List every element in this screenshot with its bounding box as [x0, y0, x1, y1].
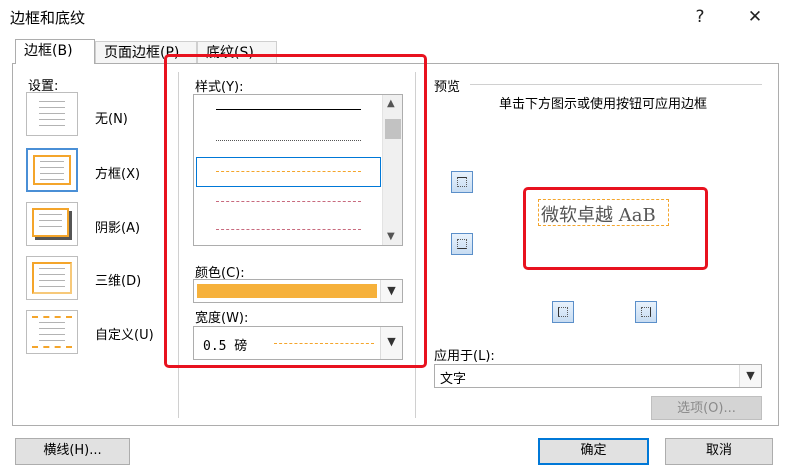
- bottom-border-icon[interactable]: [451, 233, 473, 255]
- none-border-icon[interactable]: [26, 92, 78, 136]
- close-button[interactable]: ✕: [735, 4, 775, 30]
- setting-box-label[interactable]: 方框(X): [95, 163, 140, 182]
- box-border-icon[interactable]: [26, 148, 78, 192]
- help-button[interactable]: ?: [680, 4, 720, 30]
- setting-3d-label[interactable]: 三维(D): [95, 270, 141, 289]
- top-border-icon[interactable]: [451, 171, 473, 193]
- horizontal-line-button[interactable]: 横线(H)...: [15, 438, 130, 465]
- apply-to-label: 应用于(L):: [434, 349, 495, 364]
- setting-none-label[interactable]: 无(N): [95, 108, 128, 127]
- highlight-box-style-controls: [164, 54, 427, 368]
- right-border-icon[interactable]: [635, 301, 657, 323]
- cancel-button[interactable]: 取消: [665, 438, 773, 465]
- options-button[interactable]: 选项(O)...: [651, 396, 762, 420]
- apply-to-dropdown[interactable]: 文字 ▼: [434, 364, 762, 388]
- ok-button[interactable]: 确定: [538, 438, 649, 465]
- custom-border-icon[interactable]: [26, 310, 78, 354]
- chevron-down-icon[interactable]: ▼: [739, 365, 761, 387]
- shadow-border-icon[interactable]: [26, 202, 78, 246]
- preview-instruction: 单击下方图示或使用按钮可应用边框: [498, 97, 707, 112]
- preview-header: 预览: [434, 80, 461, 95]
- setting-shadow-label[interactable]: 阴影(A): [95, 217, 140, 236]
- apply-to-value: 文字: [440, 372, 467, 387]
- 3d-border-icon[interactable]: [26, 256, 78, 300]
- title-bar: 边框和底纹 ? ✕: [0, 0, 789, 36]
- tab-borders[interactable]: 边框(B): [15, 39, 95, 64]
- preview-header-rule: [470, 84, 762, 85]
- dialog-title: 边框和底纹: [10, 9, 86, 27]
- highlight-box-preview: [523, 187, 708, 270]
- setting-custom-label[interactable]: 自定义(U): [95, 324, 154, 343]
- active-tab-joint: [16, 62, 94, 64]
- left-border-icon[interactable]: [552, 301, 574, 323]
